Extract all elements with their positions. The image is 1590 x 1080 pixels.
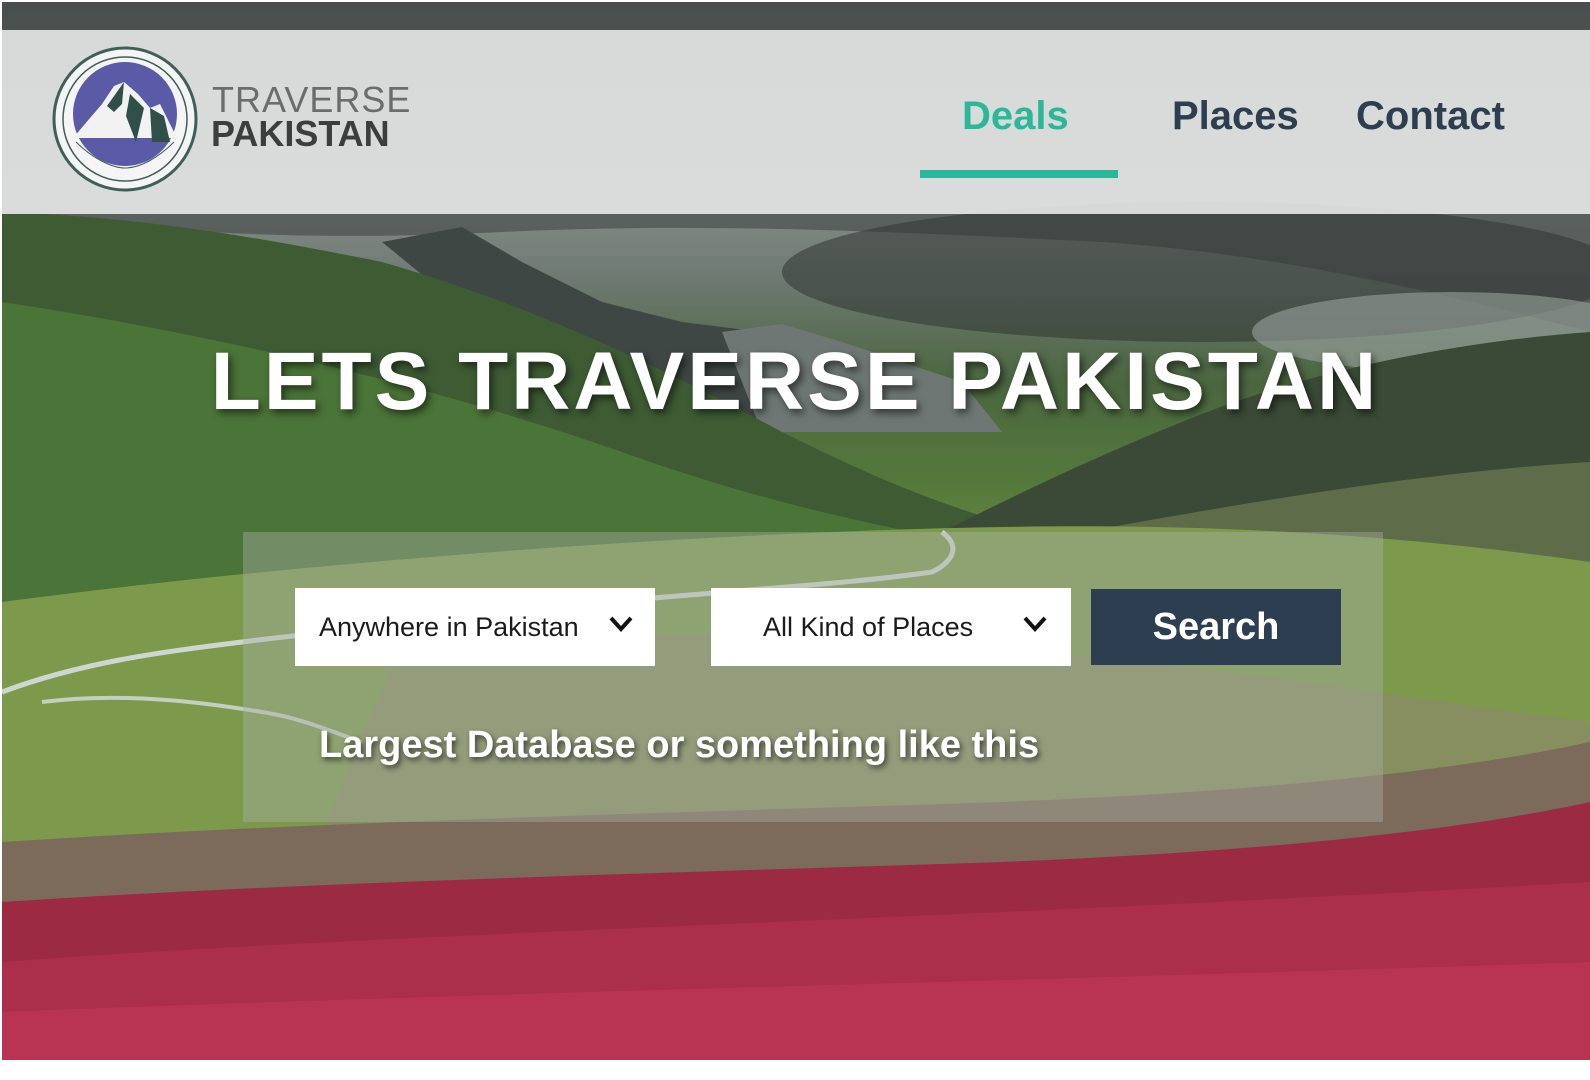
search-button[interactable]: Search xyxy=(1091,589,1341,665)
location-select[interactable]: Anywhere in Pakistan xyxy=(295,588,655,666)
brand-name-bottom: PAKISTAN xyxy=(211,113,390,154)
search-panel xyxy=(243,532,1383,822)
location-select-value: Anywhere in Pakistan xyxy=(319,612,579,642)
hero-headline: LETS TRAVERSE PAKISTAN xyxy=(210,336,1380,427)
place-type-select[interactable]: All Kind of Places xyxy=(711,588,1071,666)
traverse-pakistan-logo[interactable] xyxy=(52,46,198,192)
nav-deals[interactable]: Deals xyxy=(962,92,1069,140)
active-nav-indicator xyxy=(920,170,1118,178)
place-type-select-value: All Kind of Places xyxy=(763,612,974,642)
search-tagline: Largest Database or something like this xyxy=(319,724,1040,766)
chevron-down-icon xyxy=(1023,616,1047,632)
nav-contact[interactable]: Contact xyxy=(1356,92,1505,140)
chevron-down-icon xyxy=(609,616,633,632)
nav-places[interactable]: Places xyxy=(1172,92,1299,140)
